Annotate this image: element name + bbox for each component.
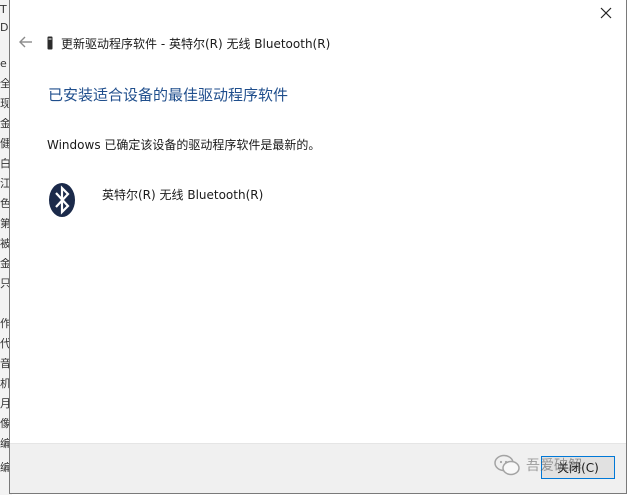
result-heading: 已安装适合设备的最佳驱动程序软件	[48, 86, 289, 104]
wechat-icon	[494, 454, 520, 476]
dialog-title-bar: 更新驱动程序软件 - 英特尔(R) 无线 Bluetooth(R)	[47, 34, 330, 52]
window-close-button[interactable]	[594, 3, 618, 23]
back-arrow-icon	[19, 36, 32, 48]
dialog-title: 更新驱动程序软件 - 英特尔(R) 无线 Bluetooth(R)	[61, 36, 331, 51]
back-button[interactable]	[18, 34, 34, 50]
watermark-text: 吾爱破解	[526, 458, 582, 474]
device-name: 英特尔(R) 无线 Bluetooth(R)	[102, 188, 264, 202]
device-entry: 英特尔(R) 无线 Bluetooth(R)	[48, 182, 263, 218]
update-driver-dialog: 更新驱动程序软件 - 英特尔(R) 无线 Bluetooth(R) 已安装适合设…	[9, 0, 627, 494]
watermark: 吾爱破解	[494, 454, 582, 476]
close-icon	[600, 7, 612, 19]
bluetooth-icon	[49, 183, 75, 217]
device-icon	[47, 36, 53, 50]
result-message: Windows 已确定该设备的驱动程序软件是最新的。	[47, 138, 321, 152]
